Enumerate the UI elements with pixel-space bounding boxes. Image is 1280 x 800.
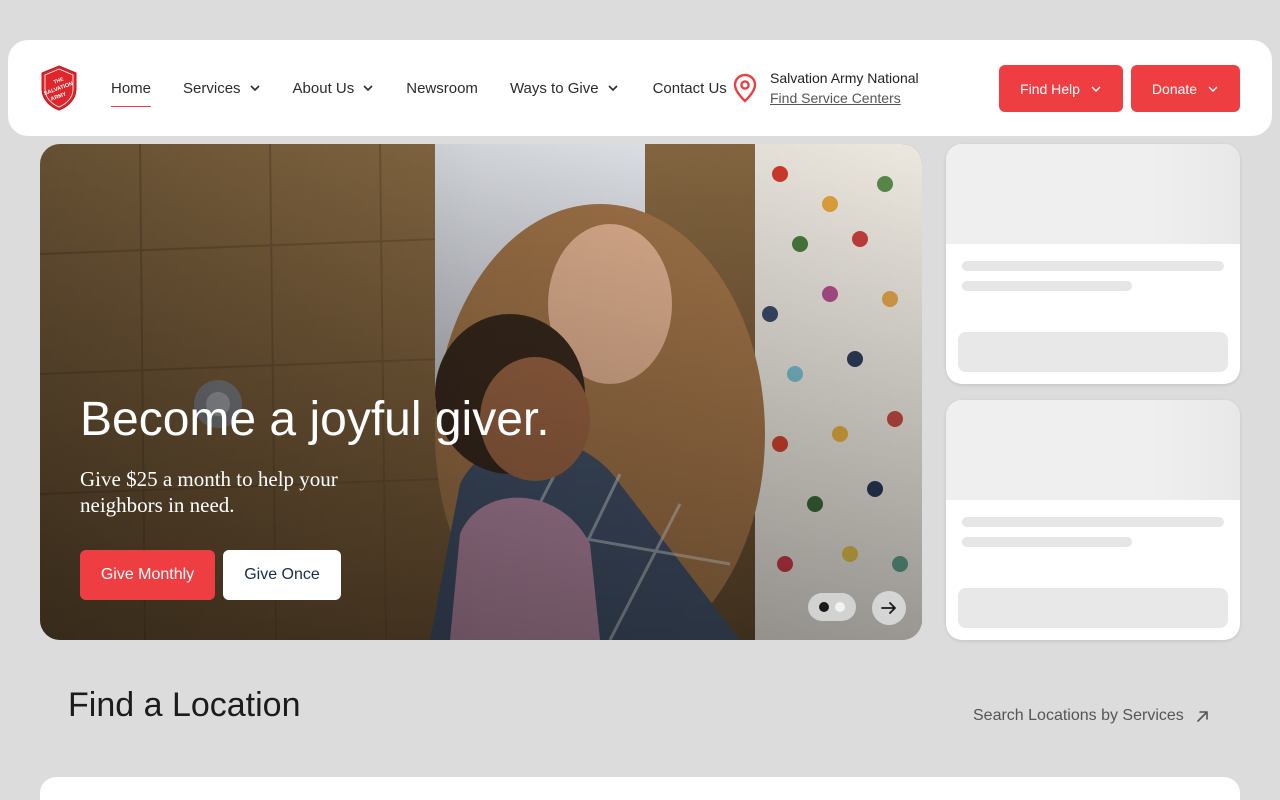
- give-once-button[interactable]: Give Once: [223, 550, 341, 600]
- card-image-placeholder: [946, 144, 1240, 244]
- find-help-button[interactable]: Find Help: [999, 65, 1123, 112]
- loading-card-1: [946, 144, 1240, 384]
- donate-button[interactable]: Donate: [1131, 65, 1240, 112]
- arrow-right-icon: [881, 602, 896, 614]
- skeleton-line: [962, 537, 1132, 547]
- site-header: THE SALVATION ARMY Home Services About U…: [8, 40, 1272, 136]
- arrow-up-right-icon: [1196, 711, 1208, 722]
- location-selector[interactable]: Salvation Army National Find Service Cen…: [732, 40, 919, 136]
- skeleton-button: [958, 332, 1228, 372]
- carousel-dot-1[interactable]: [819, 602, 829, 612]
- search-locations-link[interactable]: Search Locations by Services: [973, 707, 1212, 725]
- nav-services-label: Services: [183, 79, 241, 97]
- nav-home-label: Home: [111, 79, 152, 97]
- chevron-down-icon: [608, 85, 618, 92]
- chevron-down-icon: [1208, 86, 1218, 92]
- nav-home[interactable]: Home: [111, 76, 152, 107]
- hero-title: Become a joyful giver.: [80, 393, 550, 446]
- nav-ways-to-give-label: Ways to Give: [509, 79, 599, 97]
- main-nav: Home Services About Us Newsroom Ways to …: [111, 40, 727, 136]
- find-help-label: Find Help: [1020, 80, 1080, 97]
- skeleton-button: [958, 588, 1228, 628]
- salvation-army-logo[interactable]: THE SALVATION ARMY: [39, 65, 79, 111]
- skeleton-line: [962, 281, 1132, 291]
- hero-subtitle: Give $25 a month to help your neighbors …: [80, 467, 338, 517]
- skeleton-line: [962, 517, 1224, 527]
- nav-services[interactable]: Services: [183, 76, 261, 100]
- donate-label: Donate: [1151, 80, 1198, 97]
- card-image-placeholder: [946, 400, 1240, 500]
- nav-newsroom[interactable]: Newsroom: [406, 76, 478, 100]
- chevron-down-icon: [363, 85, 373, 92]
- location-search-panel: [40, 777, 1240, 800]
- find-location-heading: Find a Location: [68, 686, 301, 724]
- location-name: Salvation Army National: [770, 70, 919, 86]
- hero-carousel: Become a joyful giver. Give $25 a month …: [40, 144, 922, 640]
- nav-contact-us[interactable]: Contact Us: [653, 76, 727, 100]
- carousel-next-button[interactable]: [872, 591, 906, 625]
- loading-card-2: [946, 400, 1240, 640]
- carousel-pagination: [808, 593, 856, 621]
- find-service-centers-link[interactable]: Find Service Centers: [770, 88, 919, 108]
- carousel-dot-2[interactable]: [835, 602, 845, 612]
- chevron-down-icon: [1091, 86, 1101, 92]
- chevron-down-icon: [249, 85, 260, 92]
- skeleton-line: [962, 261, 1224, 271]
- location-text: Salvation Army National Find Service Cen…: [770, 68, 919, 108]
- nav-about-us[interactable]: About Us: [293, 76, 375, 100]
- nav-about-us-label: About Us: [292, 79, 355, 97]
- nav-contact-us-label: Contact Us: [652, 79, 727, 97]
- give-monthly-button[interactable]: Give Monthly: [80, 550, 215, 600]
- search-locations-label: Search Locations by Services: [973, 707, 1184, 724]
- nav-ways-to-give[interactable]: Ways to Give: [510, 76, 619, 100]
- map-pin-icon: [733, 73, 757, 103]
- nav-newsroom-label: Newsroom: [406, 79, 478, 97]
